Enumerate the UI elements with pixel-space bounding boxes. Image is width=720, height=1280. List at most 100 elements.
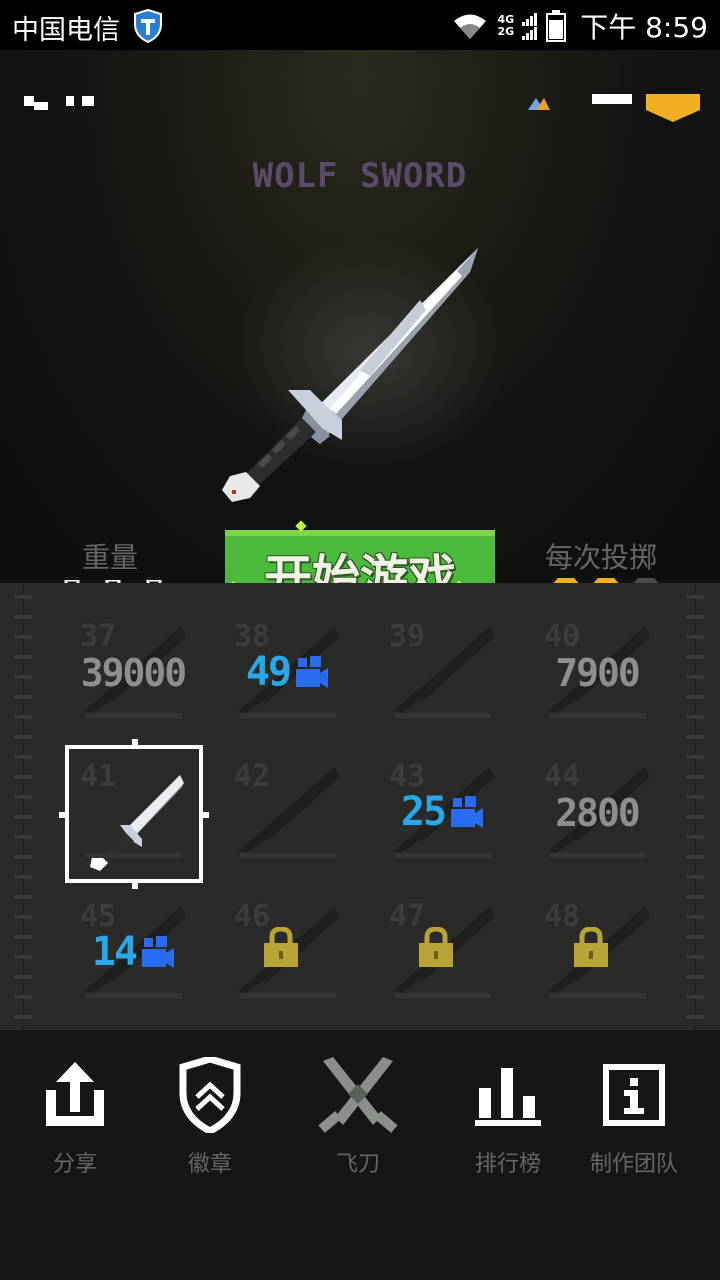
right-rail [682, 583, 708, 1030]
nav-credits[interactable]: 制作团队 [564, 1050, 704, 1200]
knife-slot-shelf [395, 853, 491, 858]
rail-tick [686, 775, 704, 779]
frame-notch [132, 739, 138, 749]
rail-tick [686, 915, 704, 919]
left-rail [10, 583, 36, 1030]
rail-tick [686, 735, 704, 739]
crossed-knives-icon [318, 1057, 398, 1133]
nav-knives[interactable]: 飞刀 [288, 1050, 428, 1200]
rail-tick [686, 795, 704, 799]
badge-icon [179, 1057, 241, 1133]
bottom-navigation: 分享 徽章 飞刀 排行榜 制作团队 [0, 1030, 720, 1280]
video-unlock: 14 [66, 929, 200, 975]
rail-tick [686, 855, 704, 859]
info-icon [603, 1064, 665, 1126]
rail-tick [14, 675, 32, 679]
frame-notch [199, 812, 209, 818]
knife-slot-44[interactable]: 44 2800 [530, 753, 650, 863]
selection-frame [59, 739, 209, 889]
video-count: 25 [400, 789, 447, 835]
nav-knives-label: 飞刀 [335, 1152, 380, 1177]
rail-tick [686, 995, 704, 999]
knife-price: 7900 [555, 651, 641, 695]
rail-tick [686, 715, 704, 719]
clock: 下午 8:59 [580, 11, 708, 44]
nav-share-label: 分享 [52, 1152, 97, 1177]
rail-tick [686, 835, 704, 839]
knife-slot-shelf [395, 993, 491, 998]
rail-tick [686, 875, 704, 879]
rail-tick [14, 815, 32, 819]
status-icons: 4G 2G 下午 8:59 [450, 6, 708, 46]
video-unlock: 49 [220, 649, 354, 695]
nav-leaderboard-label: 排行榜 [474, 1152, 541, 1177]
knife-slot-40[interactable]: 40 7900 [530, 613, 650, 723]
leaderboard-icon [475, 1068, 541, 1126]
lock-icon [419, 927, 453, 967]
rail-tick [14, 995, 32, 999]
rail-tick [686, 815, 704, 819]
carrier-name: 中国电信 [12, 15, 120, 46]
knife-slot-45[interactable]: 45 14 [66, 893, 186, 1003]
video-count: 49 [245, 649, 292, 695]
nav-leaderboard[interactable]: 排行榜 [438, 1050, 578, 1200]
video-count: 14 [91, 929, 138, 975]
rail-tick [686, 655, 704, 659]
knife-slot-39[interactable]: 39 [375, 613, 495, 723]
nav-share[interactable]: 分享 [5, 1050, 145, 1200]
nav-badges-label: 徽章 [187, 1152, 232, 1177]
video-camera-icon [142, 936, 175, 968]
knife-slot-46[interactable]: 46 [220, 893, 340, 1003]
rail-line [22, 583, 24, 1030]
rail-tick [686, 675, 704, 679]
knife-slot-48[interactable]: 48 [530, 893, 650, 1003]
nav-credits-label: 制作团队 [589, 1152, 678, 1177]
lock-icon [574, 927, 608, 967]
knife-silhouette-icon [393, 627, 495, 713]
rail-tick [14, 835, 32, 839]
knife-slot-shelf [86, 993, 182, 998]
rail-tick [686, 975, 704, 979]
rail-tick [686, 635, 704, 639]
rail-tick [686, 1015, 704, 1019]
knife-price: 2800 [555, 791, 641, 835]
rail-tick [14, 915, 32, 919]
rail-tick [14, 875, 32, 879]
knife-slot-shelf [550, 713, 646, 718]
per-throw-label: 每次投掷 [545, 541, 658, 574]
knife-slot-shelf [86, 713, 182, 718]
rail-tick [686, 955, 704, 959]
knife-slot-43[interactable]: 43 25 [375, 753, 495, 863]
rail-tick [14, 755, 32, 759]
weapon-name: WOLF SWORD [252, 156, 468, 196]
nav-badges[interactable]: 徽章 [140, 1050, 280, 1200]
share-icon [46, 1062, 104, 1126]
lock-icon [264, 927, 298, 967]
rail-tick [686, 755, 704, 759]
rail-tick [14, 655, 32, 659]
knife-slot-42[interactable]: 42 [220, 753, 340, 863]
battery-icon [546, 10, 567, 42]
knife-slot-37[interactable]: 37 39000 [66, 613, 187, 723]
rail-tick [14, 735, 32, 739]
knife-slot-shelf [240, 853, 336, 858]
frame-notch [59, 812, 69, 818]
rail-tick [14, 615, 32, 619]
rail-tick [14, 1015, 32, 1019]
status-bar: 中国电信 4G 2G 下午 8:59 [0, 0, 720, 50]
rail-tick [686, 695, 704, 699]
spark-decoration [295, 520, 307, 532]
video-camera-icon [451, 796, 484, 828]
rail-tick [14, 635, 32, 639]
network-type-bottom: 2G [497, 25, 515, 38]
wifi-icon [453, 14, 486, 39]
rail-tick [14, 795, 32, 799]
rail-tick [686, 595, 704, 599]
network-type: 4G 2G [498, 14, 515, 38]
rail-tick [14, 595, 32, 599]
rail-tick [686, 935, 704, 939]
knife-slot-47[interactable]: 47 [375, 893, 495, 1003]
knife-slot-38[interactable]: 38 49 [220, 613, 340, 723]
wolf-sword-icon [222, 248, 478, 502]
video-unlock: 25 [375, 789, 509, 835]
